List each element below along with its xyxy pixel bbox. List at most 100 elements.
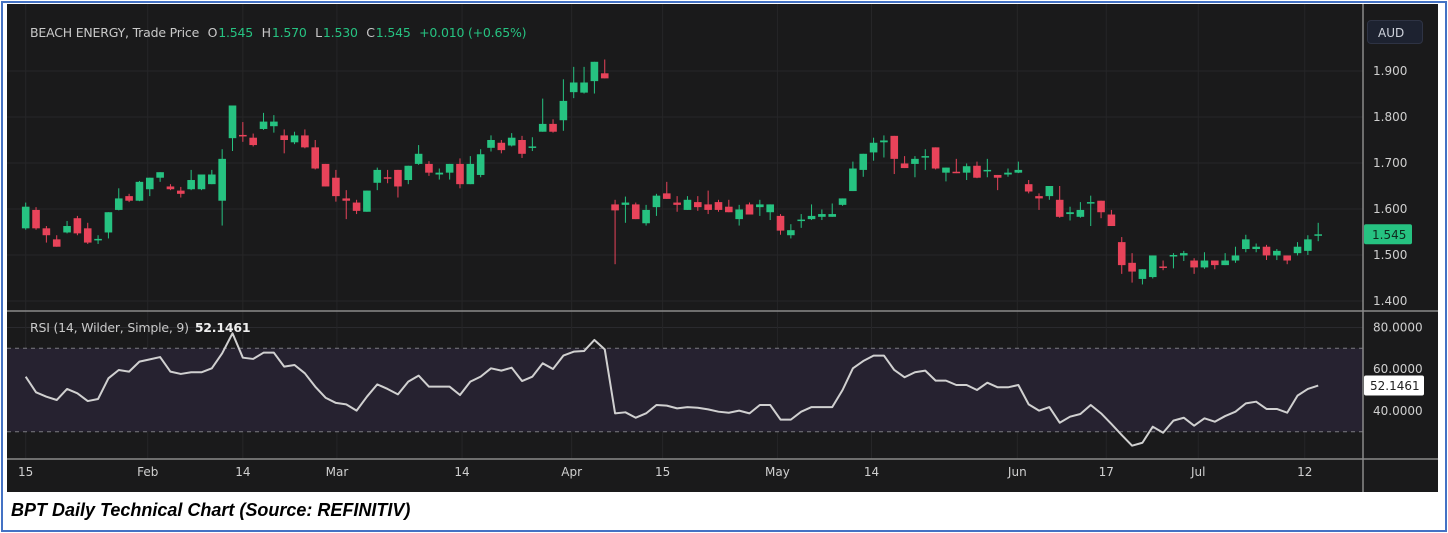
candle-body <box>756 204 764 208</box>
candle-body <box>208 174 216 185</box>
price-tick-label: 1.800 <box>1373 110 1407 124</box>
candle-body <box>1242 239 1250 250</box>
candle-body <box>42 228 51 236</box>
candle <box>342 190 351 220</box>
price-tick-label: 1.700 <box>1373 156 1407 170</box>
candle-body <box>890 135 899 159</box>
candle <box>1148 255 1157 279</box>
candle-body <box>445 163 454 173</box>
candle-body <box>993 174 1002 178</box>
rsi-legend: RSI (14, Wilder, Simple, 9) 52.1461 <box>30 320 251 335</box>
candle <box>931 147 940 170</box>
candle-body <box>807 215 816 220</box>
candle-body <box>631 204 640 220</box>
candle-body <box>1221 260 1229 266</box>
candle <box>218 149 226 226</box>
candle-body <box>425 163 433 173</box>
candle <box>21 202 30 230</box>
candle-body <box>1304 239 1312 251</box>
time-tick-label: 14 <box>235 465 250 479</box>
candle <box>559 79 568 131</box>
candle <box>756 199 764 216</box>
open-value: 1.545 <box>218 25 254 40</box>
candle-body <box>1076 209 1085 217</box>
candle <box>569 66 578 99</box>
candle <box>962 163 971 181</box>
candle <box>321 163 330 187</box>
candle-body <box>332 177 340 197</box>
candle <box>445 163 454 180</box>
candle <box>1169 253 1178 269</box>
candle-body <box>1035 196 1043 199</box>
candle-body <box>1055 199 1064 217</box>
candle-body <box>466 163 475 185</box>
candle-body <box>1262 246 1271 256</box>
candle <box>145 177 154 197</box>
candle <box>1190 258 1198 274</box>
candle <box>166 184 175 191</box>
candle-body <box>342 198 351 201</box>
candle <box>631 202 640 220</box>
candle <box>187 169 195 191</box>
candle-body <box>197 174 206 190</box>
symbol-title: BEACH ENERGY, Trade Price <box>30 25 200 40</box>
candle <box>228 105 237 152</box>
candle-body <box>797 219 805 222</box>
candle-body <box>94 238 102 241</box>
candle-body <box>1128 262 1136 272</box>
candle-body <box>1014 169 1023 173</box>
open-label: O <box>207 25 218 40</box>
candle-body <box>725 206 733 213</box>
candle <box>600 59 609 79</box>
candle-body <box>135 181 144 201</box>
candle-body <box>104 212 113 233</box>
price-tick-label: 1.500 <box>1373 248 1407 262</box>
candle <box>900 156 909 169</box>
candle <box>662 181 671 199</box>
candle <box>983 158 992 178</box>
candle-body <box>745 204 754 215</box>
candle-body <box>414 153 423 164</box>
candle <box>828 203 837 217</box>
chart-canvas[interactable]: 1.900 1.800 1.700 1.600 1.500 1.400 80.0000 60.… <box>0 0 1448 533</box>
candle-body <box>921 156 930 158</box>
candle-body <box>569 82 578 93</box>
candle-body <box>177 190 185 194</box>
candle <box>745 202 754 215</box>
candle <box>1242 234 1250 253</box>
close-value: 1.545 <box>375 25 411 40</box>
candle-body <box>1159 266 1167 268</box>
time-tick-label: Jun <box>1007 465 1027 479</box>
candle <box>621 196 630 223</box>
candle <box>363 190 371 212</box>
time-tick-label: Mar <box>326 465 349 479</box>
candle <box>911 156 919 178</box>
candle <box>766 204 774 221</box>
change-value: +0.010 (+0.65%) <box>419 25 527 40</box>
candle <box>549 119 557 133</box>
candle-body <box>1117 242 1126 266</box>
candle <box>383 169 392 184</box>
candle-body <box>1200 260 1209 268</box>
candle <box>942 167 950 182</box>
candle <box>1138 269 1147 285</box>
currency-button[interactable]: AUD <box>1367 20 1423 44</box>
candle <box>94 235 102 244</box>
candle <box>704 190 712 215</box>
candle <box>1004 168 1012 177</box>
candle-body <box>528 146 537 148</box>
candle-body <box>880 140 888 143</box>
candle-body <box>1283 255 1291 261</box>
high-label: H <box>261 25 271 40</box>
candle <box>818 209 826 221</box>
candle-body <box>156 172 164 178</box>
candle-body <box>828 214 837 217</box>
candle <box>476 149 485 178</box>
candle-body <box>1231 255 1240 261</box>
candle-body <box>52 239 61 247</box>
candle-body <box>1097 200 1105 213</box>
candle-body <box>507 137 516 146</box>
candle-body <box>1107 214 1116 227</box>
candle-body <box>1066 212 1074 215</box>
candle <box>880 135 888 158</box>
